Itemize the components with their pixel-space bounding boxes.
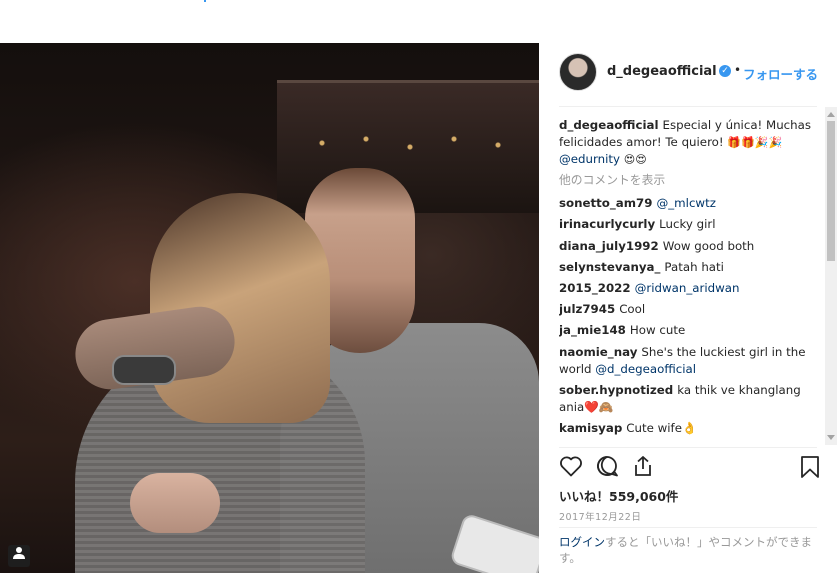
- caption-mention[interactable]: @edurnity: [559, 152, 620, 166]
- comment-text: Lucky girl: [659, 217, 716, 232]
- comment-username[interactable]: kamisyap: [559, 421, 622, 435]
- instagram-post: d_degeaofficial ✓ • フォローする d_degeaoffici…: [0, 43, 837, 573]
- comment-username[interactable]: julz7945: [559, 302, 615, 316]
- load-more-comments[interactable]: 他のコメントを表示: [559, 172, 821, 189]
- footer-divider: [559, 527, 817, 528]
- heart-icon[interactable]: [559, 455, 583, 477]
- comment-item: julz7945 Cool: [559, 301, 821, 318]
- comment-text: Patah hati: [664, 259, 724, 274]
- caption-emoji: 🎁🎁🎉🎉: [727, 136, 783, 149]
- comments-list: d_degeaofficial Especial y única! Muchas …: [559, 117, 821, 445]
- post-date[interactable]: 2017年12月22日: [559, 509, 641, 523]
- comment-mention[interactable]: @_mlcwtz: [656, 196, 715, 210]
- header-separator: •: [734, 63, 742, 77]
- comment-username[interactable]: sober.hypnotized: [559, 383, 673, 397]
- comment-icon[interactable]: [595, 455, 619, 477]
- like-count[interactable]: いいね！559,060件: [559, 486, 678, 505]
- comment-username[interactable]: sonetto_am79: [559, 196, 652, 210]
- comment-text: Cool: [619, 302, 646, 317]
- scroll-up-arrow-icon[interactable]: [827, 112, 835, 117]
- header-username[interactable]: d_degeaofficial: [607, 64, 717, 79]
- comment-text: How cute: [629, 323, 686, 338]
- avatar[interactable]: [559, 53, 597, 91]
- caption-username[interactable]: d_degeaofficial: [559, 118, 659, 132]
- comments-scrollbar[interactable]: [825, 107, 837, 445]
- scroll-down-arrow-icon[interactable]: [827, 435, 835, 440]
- scrollbar-thumb[interactable]: [827, 121, 835, 261]
- comment-username[interactable]: 2015_2022: [559, 281, 631, 295]
- post-header: d_degeaofficial ✓ • フォローする: [559, 53, 837, 93]
- follow-button[interactable]: フォローする: [743, 64, 818, 83]
- action-bar: [559, 453, 821, 483]
- comment-item: kamisyap Cute wife👌: [559, 420, 821, 437]
- comment-item: naomie_nay She's the luckiest girl in the…: [559, 344, 821, 378]
- comment-mention[interactable]: @d_degeaofficial: [595, 362, 696, 376]
- post-photo[interactable]: [0, 43, 539, 573]
- comment-username[interactable]: selynstevanya_: [559, 260, 660, 274]
- comment-item: 2015_2022 @ridwan_aridwan: [559, 280, 821, 297]
- comment-username[interactable]: naomie_nay: [559, 345, 637, 359]
- top-dot: [204, 0, 206, 2]
- post-side-panel: d_degeaofficial ✓ • フォローする d_degeaoffici…: [539, 43, 837, 573]
- bookmark-icon[interactable]: [799, 455, 821, 479]
- comment-item: irinacurlycurly Lucky girl: [559, 216, 821, 233]
- comment-item: ja_mie148 How cute: [559, 322, 821, 339]
- comment-item: sober.hypnotized ka thik ve khanglang ani…: [559, 382, 821, 416]
- login-link[interactable]: ログイン: [559, 535, 605, 549]
- comment-item: selynstevanya_ Patah hati: [559, 259, 821, 276]
- comment-username[interactable]: diana_july1992: [559, 239, 659, 253]
- verified-badge-icon: ✓: [719, 65, 731, 77]
- share-icon[interactable]: [631, 455, 655, 477]
- comments-divider: [559, 447, 817, 448]
- comment-text: Cute wife👌: [626, 420, 697, 435]
- header-divider: [559, 106, 817, 107]
- caption: d_degeaofficial Especial y única! Muchas …: [559, 117, 821, 168]
- user-tag-icon[interactable]: [8, 545, 30, 567]
- comment-username[interactable]: irinacurlycurly: [559, 217, 655, 231]
- comment-text: Wow good both: [662, 238, 755, 253]
- caption-emoji-2: 😍😍: [623, 153, 647, 166]
- comment-item: diana_july1992 Wow good both: [559, 238, 821, 255]
- login-prompt: ログインすると「いいね！」やコメントができます。: [559, 534, 819, 566]
- comment-username[interactable]: ja_mie148: [559, 323, 626, 337]
- comment-mention[interactable]: @ridwan_aridwan: [635, 281, 740, 295]
- comment-item: sonetto_am79 @_mlcwtz: [559, 195, 821, 212]
